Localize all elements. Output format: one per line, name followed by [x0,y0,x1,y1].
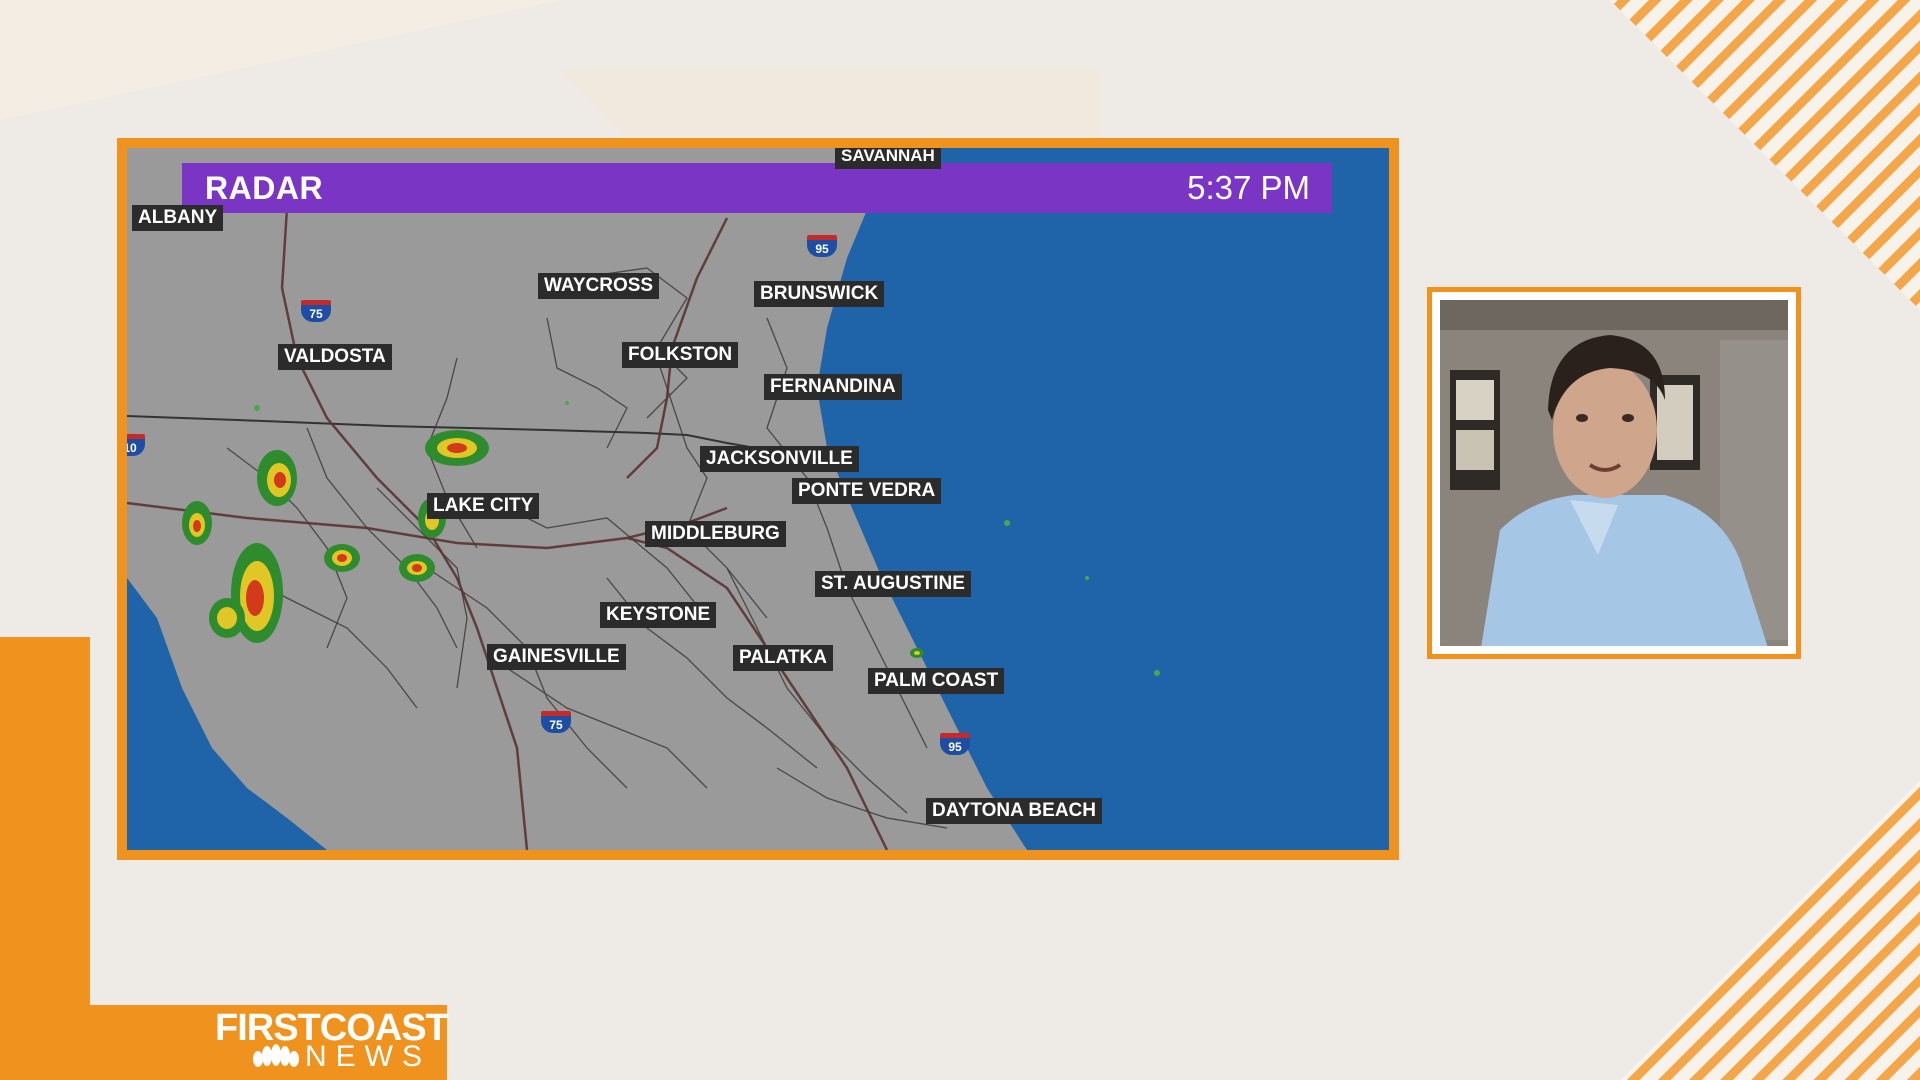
interstate-75-south-shield: 75 [541,711,571,733]
presenter-image [1440,300,1788,646]
city-label-waycross: WAYCROSS [538,273,660,299]
city-label-folkston: FOLKSTON [622,342,739,368]
map-graphic [127,148,1389,850]
city-label-gainesville: GAINESVILLE [487,644,626,670]
station-logo-subtext: NEWS [305,1040,431,1073]
interstate-75-north-shield: 75 [301,300,331,322]
interstate-95-north-shield: 95 [807,235,837,257]
city-label-palatka: PALATKA [733,645,833,671]
city-label-valdosta: VALDOSTA [278,344,392,370]
radar-map: RADAR 5:37 PM SAVANNAH ALBANY WAYCROSS B… [127,148,1389,850]
presenter-video-frame [1427,287,1801,659]
city-label-fernandina: FERNANDINA [764,374,902,400]
city-label-st-augustine: ST. AUGUSTINE [815,571,971,597]
city-label-middleburg: MIDDLEBURG [645,521,786,547]
city-label-albany: ALBANY [132,205,224,231]
radar-title: RADAR [205,169,324,206]
city-label-keystone: KEYSTONE [600,602,717,628]
presenter-video [1440,300,1788,646]
city-label-daytona-beach: DAYTONA BEACH [926,798,1102,824]
city-label-palm-coast: PALM COAST [868,668,1005,694]
city-label-lake-city: LAKE CITY [427,493,540,519]
radar-time: 5:37 PM [1187,169,1310,206]
radar-panel: RADAR 5:37 PM SAVANNAH ALBANY WAYCROSS B… [117,138,1399,860]
city-label-ponte-vedra: PONTE VEDRA [792,478,942,504]
city-label-jacksonville: JACKSONVILLE [700,446,859,472]
city-label-brunswick: BRUNSWICK [754,281,885,307]
peacock-icon [253,1044,299,1067]
city-label-savannah: SAVANNAH [835,148,941,169]
interstate-95-south-shield: 95 [940,733,970,755]
radar-title-bar: RADAR 5:37 PM [182,163,1332,213]
